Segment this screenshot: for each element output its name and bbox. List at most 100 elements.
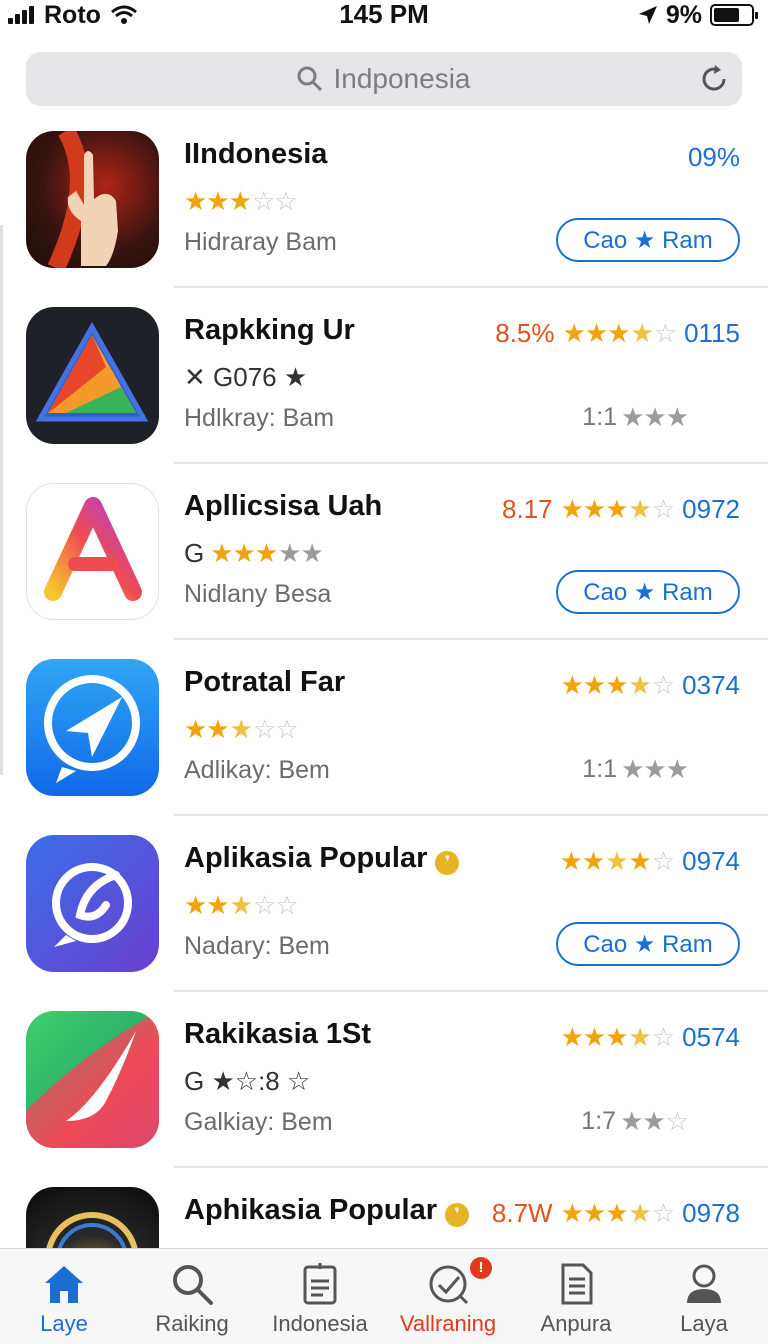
tab-label: Indonesia [272, 1311, 368, 1336]
app-icon-compass[interactable] [26, 835, 159, 972]
app-icon-dark-badge[interactable] [26, 1187, 159, 1248]
list-item[interactable]: Aphikasia Popular ❜ 8.7W ★★★ ★ ☆ 0978 [0, 1168, 768, 1248]
app-title[interactable]: IIndonesia [184, 138, 327, 171]
tab-anpura[interactable]: Anpura [512, 1249, 640, 1344]
refresh-icon[interactable] [698, 63, 730, 95]
app-subtitle: Nidlany Besa [184, 580, 332, 608]
rating-row: ★★★☆☆ [184, 888, 299, 922]
rating-row: ★★★☆☆ [184, 712, 299, 746]
list-item[interactable]: Apllicsisa Uah G ★★★ ★★ Nidlany Besa 8.17… [0, 464, 768, 640]
app-subtitle: Galkiay: Bem [184, 1108, 333, 1136]
app-icon-send[interactable] [26, 659, 159, 796]
get-button[interactable]: Cao ★ Ram [556, 218, 740, 262]
right-meta: 8.17 ★★★ ★ ☆ 0972 [502, 494, 740, 525]
list-item[interactable]: Aplikasia Popular ❜ ★★ ★ ☆☆ Nadary: Bem ★★… [0, 816, 768, 992]
list-item[interactable]: Potratal Far ★★ ★ ☆☆ Adlikay: Bem ★★★ ★ ☆ 03… [0, 640, 768, 816]
list-item[interactable]: IIndonesia ★★★ ☆☆ Hidraray Bam 09% Cao ★ … [0, 112, 768, 288]
star-rating: ★★★★☆ [560, 494, 676, 524]
app-subtitle: Adlikay: Bem [184, 756, 330, 784]
star-rating: ★★★★☆ [562, 318, 678, 348]
search-bar[interactable]: Indponesia [26, 52, 742, 106]
meta-row: G ★☆:8 ☆ [184, 1065, 311, 1096]
app-subtitle: Hdlkray: Bam [184, 404, 335, 432]
tab-label: Anpura [540, 1311, 612, 1336]
small-rating-value: 1:7 [581, 1107, 617, 1135]
location-arrow-icon [638, 6, 657, 24]
right-meta: ★★★ ★ ☆ 0574 [561, 1022, 740, 1053]
star-rating: ★★★ ★★ [210, 537, 324, 568]
star-rating: ★★★★☆ [560, 1022, 676, 1052]
app-subtitle: Nadary: Bem [184, 932, 330, 960]
tab-label: Raiking [155, 1311, 229, 1336]
rating-row: G ★★★ ★★ [184, 536, 324, 570]
status-right: 9% [638, 0, 758, 30]
search-input[interactable]: Indponesia [333, 63, 470, 95]
app-icon-page-curl[interactable] [26, 1011, 159, 1148]
app-list[interactable]: IIndonesia ★★★ ☆☆ Hidraray Bam 09% Cao ★ … [0, 112, 768, 1248]
app-title[interactable]: Aphikasia Popular ❜ [184, 1194, 470, 1227]
small-rating-value: 1:1 [582, 755, 618, 783]
review-count: 0115 [684, 318, 740, 348]
tab-label: Vallraning [399, 1311, 497, 1336]
search-icon [173, 1265, 213, 1305]
tab-bar: Laye Raiking Indonesia ! Vallraning Anpu… [0, 1248, 768, 1344]
app-title[interactable]: Rakikasia 1St [184, 1018, 371, 1051]
tab-label: Laye [40, 1311, 88, 1336]
get-button[interactable]: Cao ★ Ram [556, 922, 740, 966]
app-icon-letter-a[interactable] [26, 483, 159, 620]
list-doc-icon [561, 1263, 593, 1305]
review-count: 0574 [682, 1022, 740, 1052]
search-icon [297, 66, 323, 92]
notification-badge: ! [470, 1257, 492, 1279]
small-rating: 1:1 ★★★ [582, 754, 689, 785]
small-rating: 1:1 ★★★ [582, 402, 689, 433]
right-meta: 8.5% ★★★ ★ ☆ 0115 [495, 318, 740, 349]
app-icon-hand[interactable] [26, 131, 159, 268]
star-rating: ★★★★☆ [559, 846, 676, 876]
meta-row: ✕ G076 ★ [184, 361, 308, 392]
right-meta: ★★★ ★ ☆ 0374 [561, 670, 740, 701]
grey-stars: ★★ ☆ [620, 1106, 689, 1136]
app-icon-triangle[interactable] [26, 307, 159, 444]
list-item[interactable]: Rakikasia 1St G ★☆:8 ☆ Galkiay: Bem ★★★ ★… [0, 992, 768, 1168]
app-title[interactable]: Apllicsisa Uah [184, 490, 382, 523]
battery-percent: 9% [665, 0, 702, 29]
app-title-text: Aplikasia Popular [184, 842, 428, 874]
get-button[interactable]: Cao ★ Ram [556, 570, 740, 614]
document-icon [303, 1263, 337, 1305]
percent-value: 8.17 [501, 494, 553, 524]
star-rating: ★★★★☆ [560, 670, 676, 700]
rating-row: ★★★☆☆ [184, 184, 298, 218]
person-icon [687, 1264, 721, 1303]
review-count: 0978 [682, 1198, 740, 1228]
right-meta: ★★ ★ ★ ☆ 0974 [560, 846, 740, 877]
app-title[interactable]: Rapkking Ur [184, 314, 355, 347]
app-subtitle: Hidraray Bam [184, 228, 337, 256]
tab-home[interactable]: Laye [0, 1249, 128, 1344]
battery-icon [710, 4, 758, 26]
star-rating: ★★★☆☆ [184, 889, 299, 920]
tab-ranking[interactable]: Raiking [128, 1249, 256, 1344]
app-title[interactable]: Aplikasia Popular ❜ [184, 842, 460, 875]
list-item[interactable]: Rapkking Ur ✕ G076 ★ Hdlkray: Bam 8.5% ★… [0, 288, 768, 464]
percent-value: 8.5% [495, 318, 555, 348]
meta-prefix: G [184, 537, 205, 568]
home-icon [45, 1266, 83, 1303]
grey-stars: ★★★ [621, 754, 689, 784]
tab-indonesia[interactable]: Indonesia [256, 1249, 384, 1344]
grey-stars: ★★★ [621, 402, 689, 432]
right-meta: 8.7W ★★★ ★ ☆ 0978 [492, 1198, 740, 1229]
star-rating: ★★★☆☆ [184, 713, 299, 744]
medal-icon: ❜ [435, 851, 460, 875]
medal-icon: ❜ [445, 1203, 470, 1227]
check-circle-icon [429, 1265, 469, 1305]
tab-laya[interactable]: Laya [640, 1249, 768, 1344]
app-title[interactable]: Potratal Far [184, 666, 345, 699]
review-count: 0974 [682, 846, 740, 876]
percent-value: 09% [687, 142, 740, 172]
tab-vallraning[interactable]: ! Vallraning [384, 1249, 512, 1344]
status-bar: Roto 145 PM 9% [0, 0, 768, 30]
review-count: 0972 [682, 494, 740, 524]
app-title-text: Aphikasia Popular [184, 1194, 438, 1226]
right-meta: 09% [688, 142, 740, 173]
